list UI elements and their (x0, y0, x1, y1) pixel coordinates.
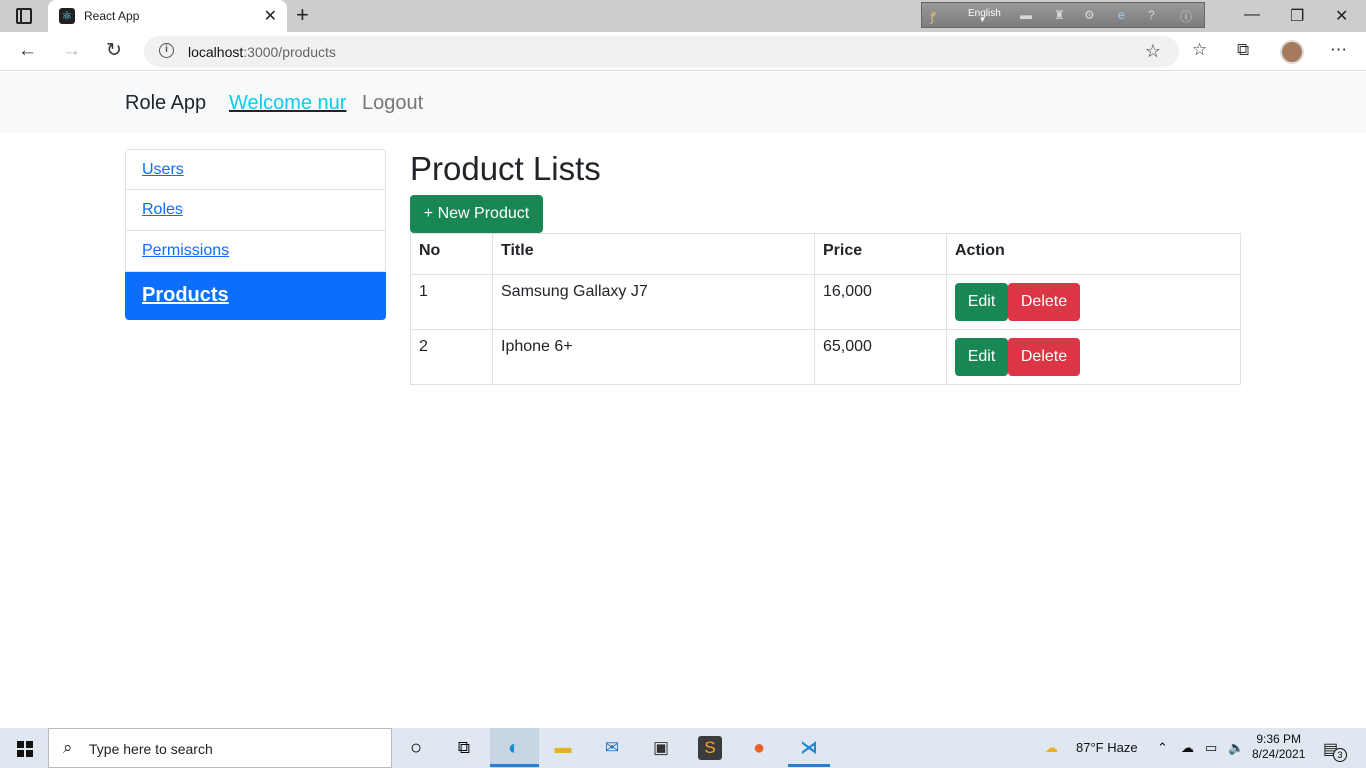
forward-icon[interactable]: → (62, 41, 81, 61)
edge-icon[interactable]: ◐ (502, 736, 526, 760)
sidebar-link-roles[interactable]: Roles (142, 201, 183, 218)
url-field[interactable]: i localhost:3000/products ☆ (144, 36, 1179, 67)
collections-icon[interactable]: ⧉ (1237, 41, 1249, 59)
edge-active-indicator (490, 764, 539, 767)
page-title: Product Lists (410, 150, 601, 187)
info-icon[interactable]: ⓘ (1180, 8, 1192, 25)
firefox-icon[interactable]: ● (747, 736, 771, 760)
favorites-icon[interactable]: ☆ (1192, 41, 1207, 59)
sidebar-item-permissions[interactable]: Permissions (125, 231, 386, 272)
add-favorite-icon[interactable]: ☆ (1145, 41, 1161, 62)
more-menu-icon[interactable]: ⋯ (1330, 41, 1347, 59)
header-no: No (410, 233, 493, 275)
network-icon[interactable]: ▭ (1205, 740, 1217, 756)
close-window-icon[interactable]: ✕ (1335, 6, 1348, 26)
cell-price: 16,000 (814, 274, 947, 330)
search-icon: ⌕ (63, 738, 73, 757)
windows-taskbar: ⌕ Type here to search ○ ⧉ ◐ ▬ ✉ ▣ S ● ⋊ … (0, 728, 1366, 768)
refresh-icon[interactable]: ↻ (106, 41, 122, 61)
store-icon[interactable]: ▣ (649, 736, 673, 760)
keyboard-icon[interactable]: ▬ (1020, 8, 1032, 22)
settings-icon[interactable]: ⚙ (1084, 8, 1095, 22)
search-placeholder: Type here to search (89, 741, 213, 757)
system-clock[interactable]: 9:36 PM 8/24/2021 (1252, 732, 1305, 762)
minimize-icon[interactable]: — (1244, 6, 1260, 24)
edit-button[interactable]: Edit (955, 338, 1008, 376)
notification-count: 3 (1333, 748, 1347, 762)
restore-icon[interactable]: ❐ (1290, 6, 1304, 26)
edit-button[interactable]: Edit (955, 283, 1008, 321)
cell-no: 2 (410, 329, 493, 385)
language-toolbar: ꝭ English ▼ ▬ ♜ ⚙ e ? ⓘ (921, 2, 1205, 28)
table-row: 1 Samsung Gallaxy J7 16,000 Edit Delete (410, 274, 1241, 330)
table-header-row: No Title Price Action (410, 233, 1241, 275)
clock-time: 9:36 PM (1256, 732, 1302, 746)
ime-logo-icon[interactable]: ꝭ (930, 8, 936, 25)
file-explorer-icon[interactable]: ▬ (551, 736, 575, 760)
weather-icon[interactable]: ☁ (1045, 740, 1058, 756)
header-title: Title (492, 233, 815, 275)
cell-title: Samsung Gallaxy J7 (492, 274, 815, 330)
close-tab-icon[interactable]: ✕ (264, 6, 277, 26)
site-info-icon[interactable]: i (159, 43, 174, 58)
chevron-down-icon: ▼ (979, 17, 986, 24)
welcome-link[interactable]: Welcome nur (229, 92, 346, 115)
sidebar: Users Roles Permissions Products (125, 149, 386, 320)
task-view-icon[interactable]: ⧉ (452, 736, 476, 760)
back-icon[interactable]: ← (18, 41, 37, 61)
sidebar-link-permissions[interactable]: Permissions (142, 242, 229, 259)
tab-title: React App (84, 9, 140, 23)
volume-icon[interactable]: 🔈 (1228, 740, 1244, 756)
browser-tabbar: ⚛ React App ✕ + ꝭ English ▼ ▬ ♜ ⚙ e ? ⓘ … (0, 0, 1366, 32)
taskbar-search-box[interactable]: ⌕ Type here to search (48, 728, 392, 768)
react-favicon-icon: ⚛ (59, 8, 75, 24)
sidebar-item-roles[interactable]: Roles (125, 190, 386, 231)
ie-icon[interactable]: e (1118, 8, 1125, 22)
new-product-button[interactable]: + New Product (410, 195, 543, 233)
windows-start-icon[interactable] (17, 741, 33, 757)
chess-icon[interactable]: ♜ (1054, 8, 1065, 22)
cell-title: Iphone 6+ (492, 329, 815, 385)
address-bar: ← → ↻ i localhost:3000/products ☆ ☆ ⧉ ⋯ (0, 32, 1366, 71)
browser-tab[interactable]: ⚛ React App ✕ (48, 0, 287, 32)
delete-button[interactable]: Delete (1008, 283, 1080, 321)
sidebar-link-products[interactable]: Products (142, 284, 229, 306)
cell-action: Edit Delete (946, 329, 1241, 385)
cell-action: Edit Delete (946, 274, 1241, 330)
products-table: No Title Price Action 1 Samsung Gallaxy … (410, 233, 1241, 385)
vscode-active-indicator (788, 764, 830, 767)
sidebar-item-users[interactable]: Users (125, 149, 386, 190)
logout-link[interactable]: Logout (362, 92, 423, 115)
mail-icon[interactable]: ✉ (600, 736, 624, 760)
url-text[interactable]: localhost:3000/products (188, 44, 336, 60)
cell-price: 65,000 (814, 329, 947, 385)
help-icon[interactable]: ? (1148, 8, 1155, 22)
onedrive-icon[interactable]: ☁ (1181, 740, 1194, 756)
vscode-icon[interactable]: ⋊ (797, 736, 821, 760)
profile-avatar[interactable] (1280, 40, 1304, 64)
new-tab-icon[interactable]: + (296, 4, 309, 26)
header-action: Action (946, 233, 1241, 275)
weather-text[interactable]: 87°F Haze (1076, 740, 1138, 755)
table-row: 2 Iphone 6+ 65,000 Edit Delete (410, 329, 1241, 385)
tab-actions-icon[interactable] (16, 8, 32, 24)
clock-date: 8/24/2021 (1252, 747, 1306, 761)
delete-button[interactable]: Delete (1008, 338, 1080, 376)
brand-link[interactable]: Role App (125, 92, 206, 115)
app-navbar: Role App Welcome nur Logout (0, 72, 1366, 133)
sidebar-item-products[interactable]: Products (125, 272, 386, 320)
header-price: Price (814, 233, 947, 275)
sublime-text-icon[interactable]: S (698, 736, 722, 760)
chevron-up-icon[interactable]: ⌃ (1157, 740, 1168, 756)
cell-no: 1 (410, 274, 493, 330)
cortana-icon[interactable]: ○ (404, 736, 428, 760)
sidebar-link-users[interactable]: Users (142, 161, 184, 178)
